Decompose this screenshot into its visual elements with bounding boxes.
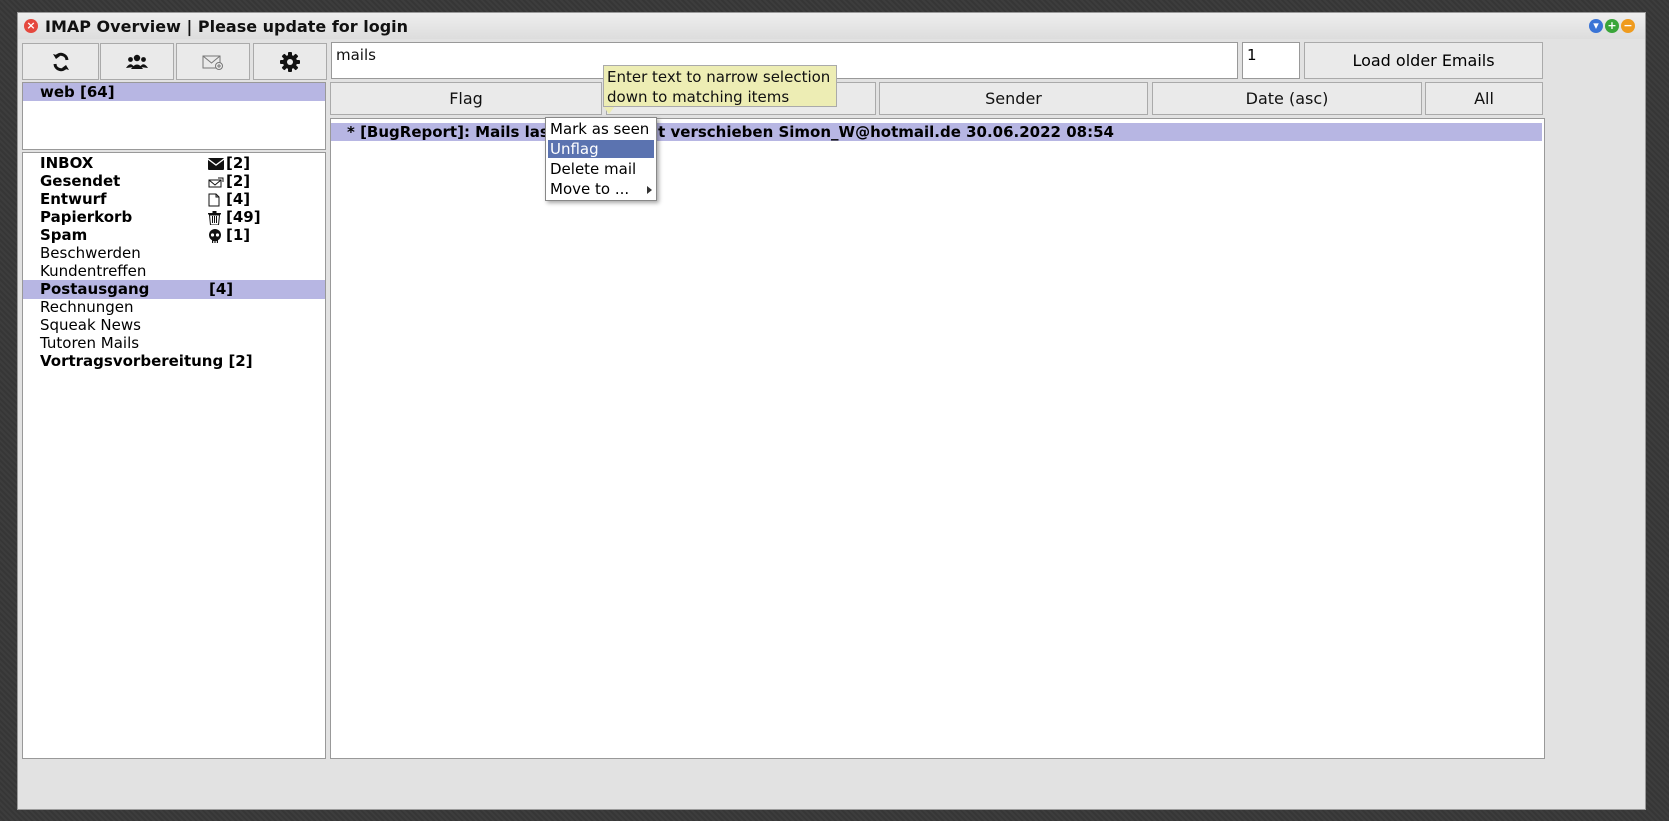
folder-name: Beschwerden	[40, 244, 141, 262]
folder-item[interactable]: Squeak News	[23, 316, 325, 335]
menu-item-mark-as-seen[interactable]: Mark as seen	[548, 120, 654, 138]
sent-icon	[208, 172, 226, 191]
sender-column-button[interactable]: Sender	[879, 82, 1148, 115]
folder-name: Gesendet	[40, 172, 121, 190]
settings-button[interactable]	[253, 43, 327, 80]
contacts-icon	[126, 54, 148, 69]
folder-item[interactable]: Kundentreffen	[23, 262, 325, 281]
minimize-window-icon[interactable]: −	[1621, 19, 1635, 33]
email-count-field[interactable]: 1	[1242, 42, 1300, 79]
folder-item[interactable]: Beschwerden	[23, 244, 325, 263]
expand-window-icon[interactable]: +	[1605, 19, 1619, 33]
folder-name: Kundentreffen	[40, 262, 147, 280]
folder-item[interactable]: Spam [1]	[23, 226, 325, 245]
tooltip-line-2: down to matching items	[607, 88, 790, 106]
load-older-emails-button[interactable]: Load older Emails	[1304, 42, 1543, 79]
folder-item[interactable]: Vortragsvorbereitung [2]	[23, 352, 325, 371]
folder-count: [49]	[226, 208, 261, 226]
skull-icon	[208, 226, 226, 245]
folder-name: Papierkorb	[40, 208, 133, 226]
all-column-button[interactable]: All	[1425, 82, 1543, 115]
account-item-web[interactable]: web [64]	[23, 83, 325, 101]
flag-column-button[interactable]: Flag	[330, 82, 602, 115]
folder-name: Spam	[40, 226, 88, 244]
window-title: IMAP Overview | Please update for login	[45, 17, 409, 36]
compose-mail-icon	[202, 55, 223, 70]
collapse-window-icon[interactable]: ▾	[1589, 19, 1603, 33]
menu-item-unflag[interactable]: Unflag	[548, 140, 654, 158]
tooltip-tail	[603, 106, 615, 114]
menu-item-move-to[interactable]: Move to ...	[548, 180, 654, 198]
title-bar[interactable]: × IMAP Overview | Please update for logi…	[18, 13, 1645, 39]
envelope-icon	[208, 154, 226, 173]
submenu-arrow-icon	[647, 186, 652, 194]
folder-name: Squeak News	[40, 316, 141, 334]
refresh-button[interactable]	[22, 43, 99, 80]
folder-item[interactable]: Gesendet [2]	[23, 172, 325, 191]
folder-count: [2]	[226, 154, 251, 172]
menu-item-delete-mail[interactable]: Delete mail	[548, 160, 654, 178]
folder-item[interactable]: Papierkorb [49]	[23, 208, 325, 227]
folder-name: INBOX	[40, 154, 94, 172]
contacts-button[interactable]	[100, 43, 174, 80]
date-column-button[interactable]: Date (asc)	[1152, 82, 1422, 115]
settings-gear-icon	[280, 51, 300, 72]
draft-icon	[208, 190, 226, 209]
folder-count: [4]	[226, 190, 251, 208]
folder-item[interactable]: Entwurf [4]	[23, 190, 325, 209]
folder-name: Tutoren Mails	[40, 334, 140, 352]
refresh-icon	[52, 52, 69, 71]
imap-window: × IMAP Overview | Please update for logi…	[17, 12, 1646, 810]
search-tooltip: Enter text to narrow selection down to m…	[603, 65, 837, 107]
close-window-icon[interactable]: ×	[24, 19, 38, 33]
folder-list: INBOX [2] Gesendet [2] Entwurf [4] Papierkorb […	[22, 152, 326, 759]
folder-name: Rechnungen	[40, 298, 134, 316]
tooltip-line-1: Enter text to narrow selection	[607, 68, 831, 86]
folder-count: [4]	[209, 280, 234, 298]
compose-mail-button[interactable]	[176, 43, 250, 80]
folder-item[interactable]: INBOX [2]	[23, 154, 325, 173]
folder-item[interactable]: Tutoren Mails	[23, 334, 325, 353]
folder-name: Postausgang	[40, 280, 150, 298]
folder-name: Vortragsvorbereitung [2]	[40, 352, 253, 370]
account-list: web [64]	[22, 82, 326, 150]
menu-item-move-to-label: Move to ...	[550, 180, 630, 198]
trash-icon	[208, 208, 226, 227]
folder-item[interactable]: Postausgang [4]	[23, 280, 325, 299]
folder-name: Entwurf	[40, 190, 107, 208]
folder-count: [2]	[226, 172, 251, 190]
folder-count: [1]	[226, 226, 251, 244]
folder-item[interactable]: Rechnungen	[23, 298, 325, 317]
mail-list: * [BugReport]: Mails lassen sich nicht v…	[330, 118, 1545, 759]
mail-context-menu: Mark as seen Unflag Delete mail Move to …	[545, 117, 657, 201]
mail-list-item[interactable]: * [BugReport]: Mails lassen sich nicht v…	[331, 123, 1542, 141]
